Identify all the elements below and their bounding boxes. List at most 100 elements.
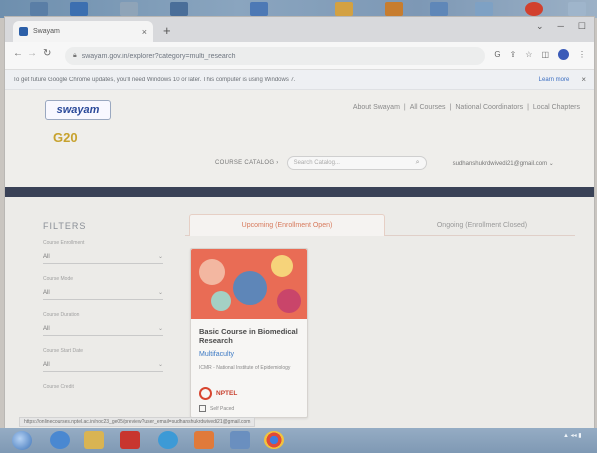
tab-title: Swayam <box>33 28 60 35</box>
close-tab-icon[interactable]: × <box>142 27 147 37</box>
folder-icon[interactable] <box>84 431 104 449</box>
back-arrow-icon[interactable]: ← <box>13 48 23 59</box>
desktop-icon[interactable] <box>430 2 448 16</box>
desktop-icon[interactable] <box>30 2 48 16</box>
filter-value: All <box>43 361 50 368</box>
filter-duration-select[interactable]: All ⌄ <box>43 322 163 336</box>
browser-tab[interactable]: Swayam × <box>13 21 153 42</box>
filter-start-date: Course Start Date All ⌄ <box>43 348 163 372</box>
reload-icon[interactable]: ↻ <box>43 48 51 59</box>
tab-upcoming[interactable]: Upcoming (Enrollment Open) <box>189 214 385 236</box>
course-catalog-link[interactable]: COURSE CATALOG › <box>215 160 279 166</box>
catalog-search-input[interactable]: Search Catalog... ⌕ <box>286 156 427 170</box>
nav-about[interactable]: About Swayam <box>353 104 400 111</box>
catalog-row: COURSE CATALOG › Search Catalog... ⌕ sud… <box>215 156 554 170</box>
top-navigation: About Swayam | All Courses | National Co… <box>353 104 580 111</box>
infobar-message: To get future Google Chrome updates, you… <box>13 76 296 83</box>
course-category: Multifaculty <box>199 351 235 358</box>
desktop-icon[interactable] <box>335 2 353 16</box>
start-button[interactable] <box>12 431 32 450</box>
chevron-down-icon: ⌄ <box>157 326 163 332</box>
clock[interactable] <box>588 432 589 439</box>
swayam-logo[interactable]: swayam <box>45 100 111 120</box>
nav-separator: | <box>449 104 452 111</box>
desktop-icon[interactable] <box>250 2 268 16</box>
web-page: swayam G20 About Swayam | All Courses | … <box>5 90 594 435</box>
course-institute: ICMR - National Institute of Epidemiolog… <box>199 365 291 371</box>
minimize-icon[interactable]: ─ <box>558 21 564 32</box>
search-placeholder: Search Catalog... <box>293 160 340 166</box>
filter-label: Course Credit <box>43 384 74 390</box>
media-icon[interactable] <box>158 431 178 449</box>
url-text: swayam.gov.in/explorer?category=multi_re… <box>81 52 236 60</box>
search-icon[interactable]: ⌕ <box>416 159 420 167</box>
infobar-close-icon[interactable]: × <box>581 75 586 84</box>
sidebar-icon[interactable]: ◫ <box>541 50 549 59</box>
forward-arrow-icon[interactable]: → <box>27 48 37 59</box>
acrobat-icon[interactable] <box>120 431 140 449</box>
nav-separator: | <box>403 104 406 111</box>
toolbar-icons: G ⇪ ☆ ◫ ⋮ <box>494 49 586 60</box>
course-title[interactable]: Basic Course in Biomedical Research <box>199 327 303 345</box>
url-field[interactable]: 🔒︎ swayam.gov.in/explorer?category=multi… <box>65 47 485 65</box>
tab-ongoing[interactable]: Ongoing (Enrollment Closed) <box>389 214 575 236</box>
snipping-icon[interactable] <box>194 431 214 449</box>
browser-window: Swayam × + ⌄ ─ ☐ ← → ↻ 🔒︎ swayam.gov.in/… <box>4 16 595 435</box>
filter-duration: Course Duration All ⌄ <box>43 312 163 336</box>
filter-credit: Course Credit <box>43 384 163 394</box>
tray-icons[interactable]: ▲ ◂◂ ▮ <box>563 432 582 439</box>
ie-icon[interactable] <box>50 431 70 449</box>
share-icon[interactable]: ⇪ <box>510 50 517 59</box>
nav-local-chapters[interactable]: Local Chapters <box>533 104 580 111</box>
google-icon[interactable]: G <box>494 50 500 59</box>
chrome-icon[interactable] <box>264 431 284 449</box>
window-controls: ⌄ ─ ☐ <box>536 21 586 32</box>
star-icon[interactable]: ☆ <box>525 50 532 59</box>
filter-start-date-select[interactable]: All ⌄ <box>43 358 163 372</box>
desktop-icon[interactable] <box>385 2 403 16</box>
taskbar: ▲ ◂◂ ▮ <box>0 428 597 453</box>
filter-value: All <box>43 289 50 296</box>
filters-heading: FILTERS <box>43 221 87 231</box>
course-type: Self Paced <box>199 405 234 412</box>
filter-value: All <box>43 325 50 332</box>
desktop-icon[interactable] <box>475 2 493 16</box>
thumbnail-shape <box>271 255 293 277</box>
profile-avatar-icon[interactable] <box>558 49 569 60</box>
nav-all-courses[interactable]: All Courses <box>410 104 446 111</box>
site-header: swayam G20 About Swayam | All Courses | … <box>5 90 594 190</box>
update-infobar: To get future Google Chrome updates, you… <box>5 70 594 90</box>
desktop-icon[interactable] <box>120 2 138 16</box>
thumbnail-shape <box>233 271 267 305</box>
maximize-icon[interactable]: ☐ <box>578 21 586 32</box>
filter-mode-select[interactable]: All ⌄ <box>43 286 163 300</box>
new-tab-button[interactable]: + <box>163 23 171 38</box>
nav-separator: | <box>527 104 529 111</box>
desktop-icon[interactable] <box>70 2 88 16</box>
tab-strip: Swayam × + ⌄ ─ ☐ <box>5 17 594 42</box>
lock-icon: 🔒︎ <box>73 52 77 59</box>
user-account-menu[interactable]: sudhanshukrdwivedi21@gmail.com ⌄ <box>453 160 554 167</box>
g20-logo: G20 <box>53 130 78 145</box>
filter-label: Course Enrollment <box>43 240 85 246</box>
thumbnail-shape <box>277 289 301 313</box>
thumbnail-shape <box>211 291 231 311</box>
menu-icon[interactable]: ⋮ <box>578 50 586 59</box>
filter-value: All <box>43 253 50 260</box>
app-icon[interactable] <box>230 431 250 449</box>
desktop-icon[interactable] <box>170 2 188 16</box>
course-thumbnail <box>191 249 307 319</box>
desktop-icon[interactable] <box>525 2 543 16</box>
tab-search-icon[interactable]: ⌄ <box>536 21 544 32</box>
desktop-icon[interactable] <box>568 2 586 16</box>
chevron-down-icon: ⌄ <box>157 362 163 368</box>
link-status-bar: https://onlinecourses.nptel.ac.in/noc23_… <box>19 417 256 427</box>
course-type-label: Self Paced <box>210 405 235 412</box>
course-card[interactable]: Basic Course in Biomedical Research Mult… <box>190 248 308 418</box>
learn-more-link[interactable]: Learn more <box>539 77 570 83</box>
filter-enrollment-select[interactable]: All ⌄ <box>43 250 163 264</box>
document-icon <box>199 405 206 412</box>
nav-national-coordinators[interactable]: National Coordinators <box>455 104 523 111</box>
thumbnail-shape <box>199 259 225 285</box>
filter-label: Course Start Date <box>43 348 84 354</box>
